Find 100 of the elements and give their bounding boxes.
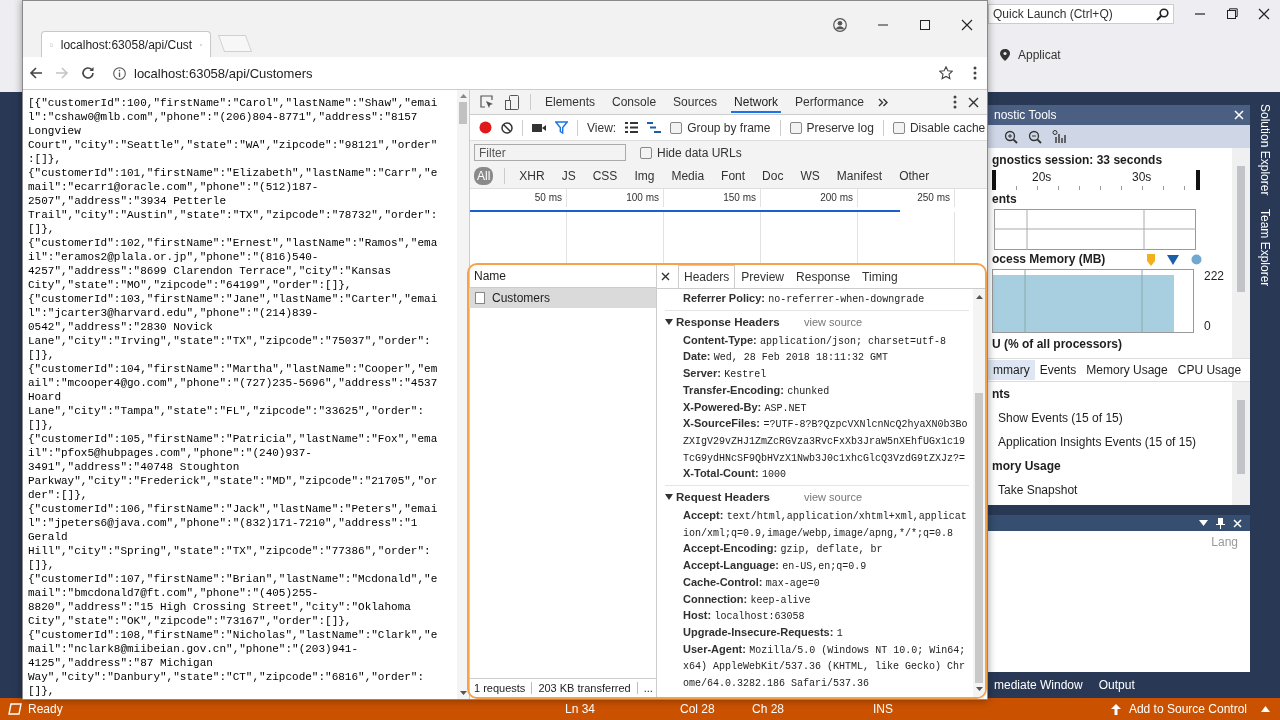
application-tab[interactable]: Applicat [1000,48,1061,62]
checkbox-label: Hide data URLs [657,145,742,160]
checkbox[interactable] [640,146,652,159]
maximize-icon[interactable] [919,19,931,31]
zoom-in-icon[interactable] [1004,129,1018,144]
summary-text: 203 KB transferred [531,682,637,694]
tab[interactable]: Headers [678,265,736,288]
device-icon[interactable] [505,94,519,110]
json-text: {"customerId":101,"firstName":"Elizabeth","lastName":"Carr","email":"ecarr1@oracle.com","phone":"(512)187-2507","address":"3934 Petterle Trail","city":"Austin","state":"TX","zipcode":"78732","order":[]}, [28,166,438,236]
tab[interactable]: CPU Usage [1172,360,1247,380]
tab[interactable]: Events [1034,360,1082,380]
timeline-ruler[interactable]: 20s 30s [992,170,1200,190]
scrollbar[interactable] [1232,382,1250,505]
inspect-icon[interactable] [480,95,494,109]
camera-icon[interactable] [532,122,546,133]
tab[interactable]: Sources [670,91,721,113]
tab[interactable]: mmary [988,360,1035,380]
header-line: Referrer Policy: no-referrer-when-downgrade [682,291,926,307]
info-icon[interactable] [113,66,126,80]
record-icon[interactable] [479,121,492,134]
location-pin-icon [1000,49,1010,61]
header-line: X-Powered-By: ASP.NET [682,399,808,416]
section-title[interactable]: Response Headers [676,315,801,328]
axis-label: 222 [1204,269,1225,283]
scroll-down-icon[interactable] [975,687,983,691]
type-filter[interactable]: JS [558,167,579,185]
up-arrow-icon [1110,703,1121,715]
type-filter[interactable]: Manifest [833,167,886,185]
checkbox[interactable] [670,121,683,134]
type-filter[interactable]: XHR [516,167,548,185]
type-filter[interactable]: Doc [759,167,787,185]
status-text: Ln 34 [565,702,597,716]
json-text: {"customerId":102,"firstName":"Ernest","lastName":"Ramos","email":"eramos2@plala.or.jp","phone":"(816)540-4257","address":"8699 Clarendon Terrace","city":"Kansas City","state":"MO","zipcode":"64199","order":[]}, [28,236,438,292]
type-filter[interactable]: WS [797,167,823,185]
source-control-button[interactable]: Add to Source Control [1110,702,1247,716]
scroll-thumb[interactable] [459,102,467,124]
checkbox[interactable] [789,121,802,134]
scrollbar[interactable] [973,289,985,697]
menu-icon[interactable] [973,66,977,80]
checkbox-label: Group by frame [687,120,771,135]
zoom-out-icon[interactable] [1028,129,1042,144]
list-item[interactable]: Show Events (15 of 15) [988,406,1133,430]
column-header: Lang [1211,535,1238,549]
address-bar[interactable]: localhost:63058/api/Customers [107,61,961,85]
header-line: Date: Wed, 28 Feb 2018 18:11:32 GMT [682,349,889,366]
maximize-icon[interactable] [1226,8,1238,20]
type-filter[interactable]: CSS [589,167,621,185]
tab[interactable]: Memory Usage [1081,360,1173,380]
type-filter[interactable]: Media [668,167,708,185]
section-label: U (% of all processors) [992,337,1123,352]
type-filter[interactable]: Img [631,167,658,185]
view-source-link[interactable]: view source [804,491,863,504]
caret-icon[interactable] [665,493,673,502]
browser-tab[interactable]: localhost:63058/api/Cust [41,31,211,57]
tab[interactable]: Response [790,265,857,288]
list-item[interactable]: Application Insights Events (15 of 15) [988,430,1207,454]
view-source-link[interactable]: view source [804,315,863,328]
section-heading: mory Usage [991,458,1062,475]
scroll-up-icon[interactable] [459,94,467,98]
tab[interactable]: Performance [792,91,867,113]
filter-field[interactable]: Filter [474,144,626,161]
dropdown-icon[interactable] [1199,520,1208,526]
caret-icon[interactable] [665,317,673,326]
tab[interactable]: Timing [856,265,904,288]
header-line: Accept-Language: en-US,en;q=0.9 [682,558,868,575]
list-item[interactable]: Take Snapshot [988,478,1088,502]
tab[interactable]: Network [731,91,782,113]
more-options-icon[interactable] [953,95,957,109]
scroll-thumb[interactable] [975,393,983,683]
header-line: X-SourceFiles: =?UTF-8?B?QzpcVXNlcnNcQ2hyaXN0b3BoZXIgV29vZHJ1ZmZcRGVza3RvcFxXb3JraW5nXEhfUGx1c19TcG9ydHNcSF9QbHVzX1Nwb3J0c1xhcGlcQ3VzdG9tZXJz?= [682,416,969,466]
tab[interactable]: Elements [542,91,599,113]
type-filter[interactable]: Other [896,167,933,185]
tab[interactable]: mediate Window [988,675,1089,695]
side-tab[interactable]: Solution Explorer [1258,104,1272,196]
window-icon [8,703,22,715]
side-tab[interactable]: Team Explorer [1258,209,1272,287]
clear-icon[interactable] [501,121,513,134]
tab[interactable]: Preview [735,265,791,288]
tab[interactable]: Output [1092,675,1141,695]
scrollbar[interactable] [1232,148,1250,358]
waterfall-icon[interactable] [647,122,662,133]
tab[interactable]: Console [609,91,660,113]
checkbox[interactable] [892,121,905,134]
header-line: Content-Type: application/json; charset=utf-8 [682,332,948,349]
more-tabs-icon[interactable] [877,97,888,107]
quick-launch-field[interactable]: Quick Launch (Ctrl+Q) [988,4,1174,24]
filter-icon[interactable] [555,121,568,134]
reload-icon[interactable] [81,66,95,80]
section-title[interactable]: Request Headers [676,491,801,504]
tick-label: 200 ms [820,191,853,205]
list-icon[interactable] [625,122,639,133]
bar-chart-icon[interactable] [1052,129,1066,144]
scroll-up-icon[interactable] [975,295,983,299]
account-icon[interactable] [833,18,847,32]
back-icon[interactable] [29,66,43,80]
star-icon[interactable] [939,66,953,80]
pin-icon[interactable] [1216,517,1225,529]
request-row[interactable]: Customers [469,288,656,308]
scroll-down-icon[interactable] [459,691,467,695]
type-filter[interactable]: Font [718,167,749,185]
